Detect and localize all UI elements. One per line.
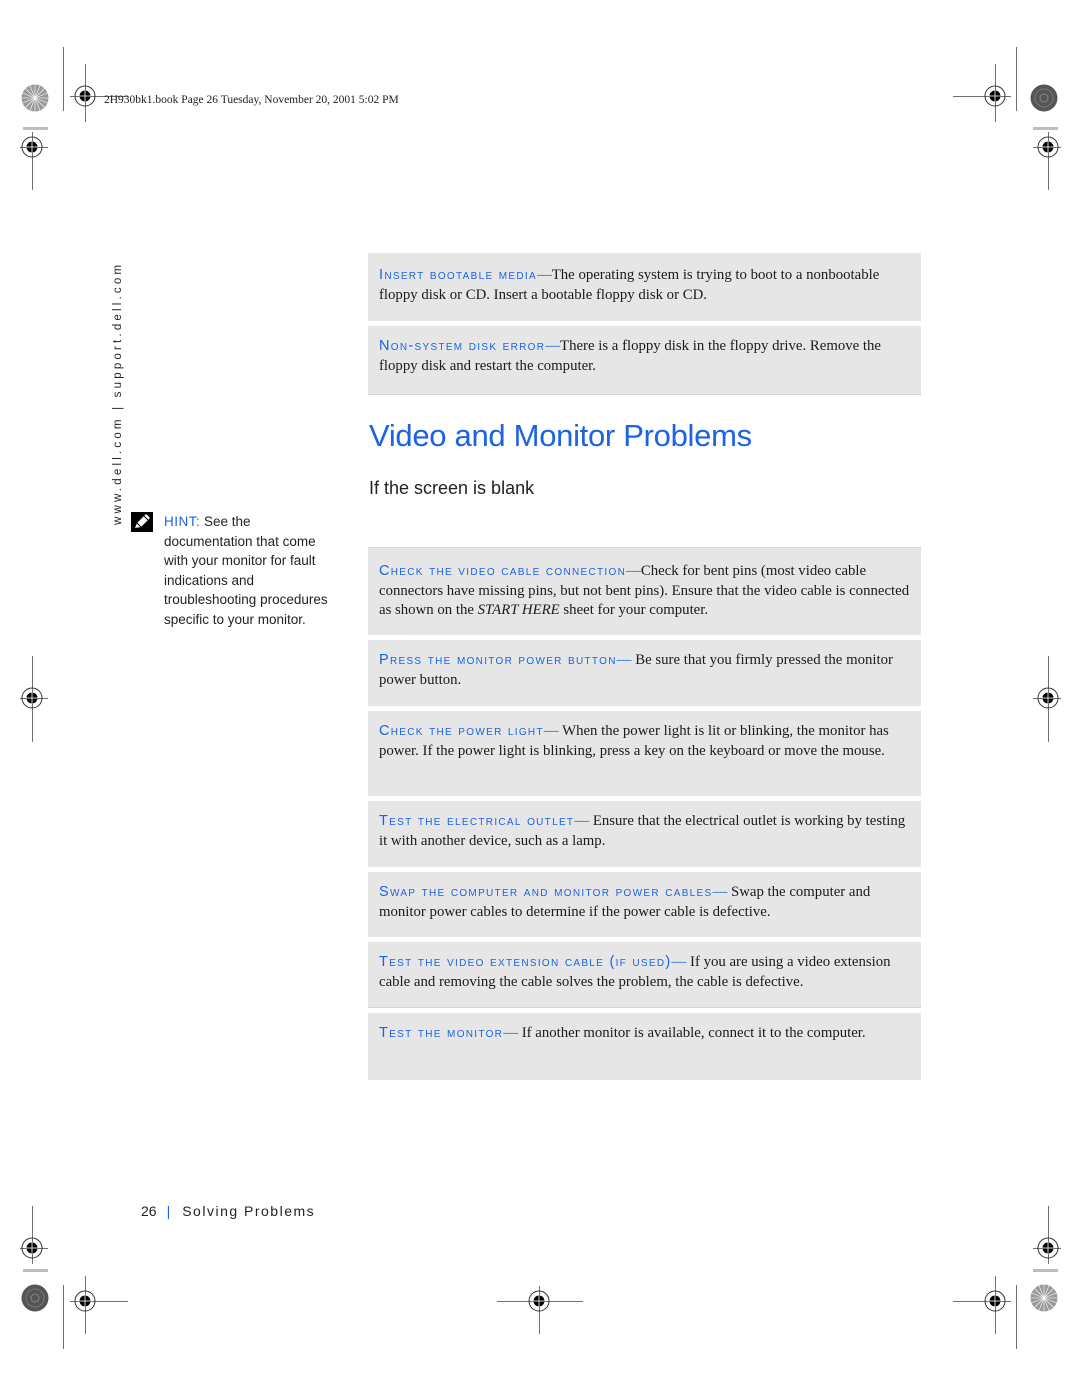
troubleshoot-step: Swap the computer and monitor power cabl… <box>368 872 921 937</box>
section-name: Solving Problems <box>182 1203 316 1219</box>
registration-crosshair-icon <box>527 1289 551 1313</box>
step-dash: — <box>616 652 632 668</box>
step-dash: — <box>671 954 687 970</box>
crop-mark <box>1033 127 1058 130</box>
registration-crosshair-icon <box>73 84 97 108</box>
box-dash: — <box>536 267 552 283</box>
color-rosette-icon <box>21 1284 49 1312</box>
crop-mark <box>63 47 64 111</box>
crop-mark <box>1016 47 1017 111</box>
step-term: Check the power light <box>379 723 544 739</box>
registration-crosshair-icon <box>20 135 44 159</box>
troubleshoot-box: Non-system disk error—There is a floppy … <box>368 326 921 395</box>
crop-mark <box>23 127 48 130</box>
step-term: Press the monitor power button <box>379 652 617 668</box>
registration-crosshair-icon <box>20 686 44 710</box>
step-dash: — <box>543 723 559 739</box>
page-footer: 26 | Solving Problems <box>141 1203 315 1219</box>
step-term: Swap the computer and monitor power cabl… <box>379 884 713 900</box>
registration-crosshair-icon <box>20 1236 44 1260</box>
color-rosette-icon <box>21 84 49 112</box>
page-number: 26 <box>141 1203 157 1219</box>
hint-body: See the documentation that come with you… <box>164 514 328 627</box>
troubleshoot-step: Test the monitor— If another monitor is … <box>368 1013 921 1080</box>
page-title: Video and Monitor Problems <box>369 418 752 453</box>
troubleshoot-step: Test the video extension cable (if used)… <box>368 942 921 1008</box>
pencil-note-icon <box>131 512 153 532</box>
registration-crosshair-icon <box>1036 1236 1060 1260</box>
crop-mark <box>1033 1269 1058 1272</box>
registration-crosshair-icon <box>983 84 1007 108</box>
step-text: If another monitor is available, connect… <box>518 1025 866 1041</box>
registration-crosshair-icon <box>983 1289 1007 1313</box>
box-term: Non-system disk error <box>379 338 546 354</box>
crop-mark <box>1016 1285 1017 1349</box>
step-dash: — <box>574 813 590 829</box>
step-text: sheet for your computer. <box>559 602 709 619</box>
troubleshoot-step: Test the electrical outlet— Ensure that … <box>368 801 921 867</box>
step-dash: — <box>503 1025 518 1041</box>
step-dash: — <box>712 884 728 900</box>
troubleshoot-step: Press the monitor power button— Be sure … <box>368 640 921 706</box>
color-rosette-icon <box>1030 84 1058 112</box>
box-dash: — <box>545 338 561 354</box>
step-term: Test the video extension cable (if used) <box>379 954 672 970</box>
side-url: www.dell.com | support.dell.com <box>112 261 124 525</box>
book-header: 2H930bk1.book Page 26 Tuesday, November … <box>104 94 399 106</box>
step-term: Check the video cable connection <box>379 563 627 579</box>
crop-mark <box>23 1269 48 1272</box>
step-text-italic: START HERE <box>477 602 560 619</box>
registration-crosshair-icon <box>1036 135 1060 159</box>
hint-text: HINT: See the documentation that come wi… <box>164 512 339 629</box>
box-term: Insert bootable media <box>379 267 537 283</box>
registration-crosshair-icon <box>1036 686 1060 710</box>
troubleshoot-step: Check the video cable connection—Check f… <box>368 547 921 635</box>
color-rosette-icon <box>1030 1284 1058 1312</box>
troubleshoot-step: Check the power light— When the power li… <box>368 711 921 796</box>
registration-crosshair-icon <box>73 1289 97 1313</box>
hint-label: HINT: <box>164 514 201 529</box>
footer-separator: | <box>166 1203 171 1219</box>
step-dash: — <box>626 563 641 579</box>
troubleshoot-box: Insert bootable media—The operating syst… <box>368 253 921 321</box>
step-term: Test the electrical outlet <box>379 813 575 829</box>
step-term: Test the monitor <box>379 1025 504 1041</box>
subheading: If the screen is blank <box>369 478 535 498</box>
crop-mark <box>63 1285 64 1349</box>
